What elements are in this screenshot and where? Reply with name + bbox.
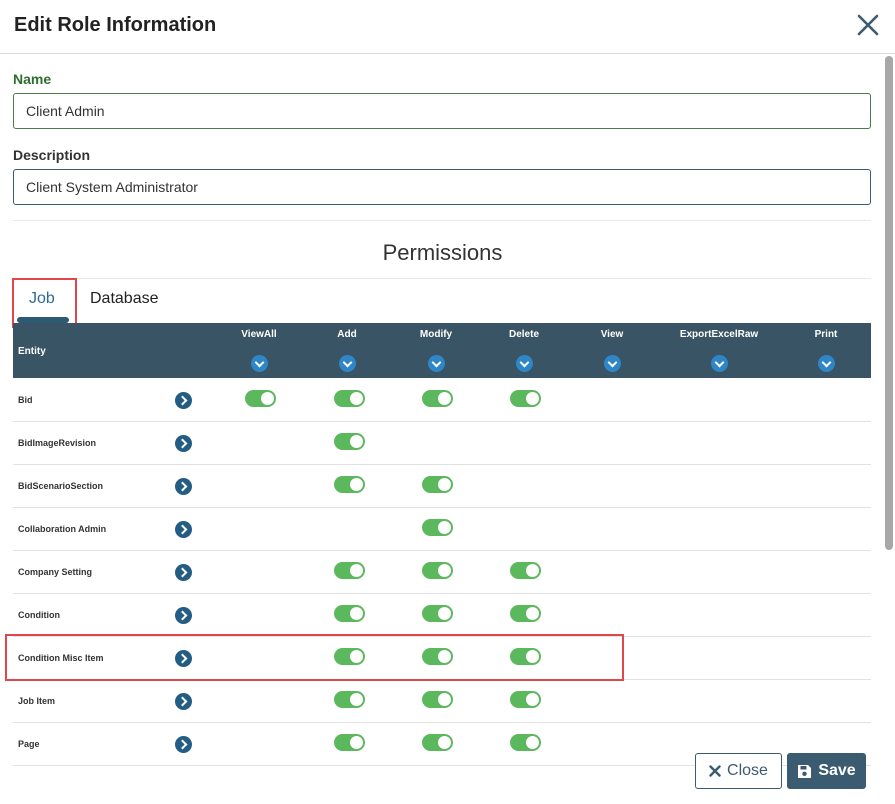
table-row: Collaboration Admin bbox=[13, 508, 871, 551]
chevron-right-icon[interactable] bbox=[175, 564, 192, 581]
table-row: Job Item bbox=[13, 680, 871, 723]
table-row: Company Setting bbox=[13, 551, 871, 594]
divider bbox=[13, 278, 871, 279]
entity-name: BidImageRevision bbox=[18, 438, 97, 448]
edit-role-modal: Edit Role Information Name Description P… bbox=[0, 0, 895, 804]
permission-toggle[interactable] bbox=[422, 691, 453, 708]
column-header: Delete bbox=[508, 329, 539, 340]
description-input[interactable] bbox=[13, 169, 871, 205]
chevron-down-icon[interactable] bbox=[428, 355, 445, 372]
permission-toggle[interactable] bbox=[422, 734, 453, 751]
name-input[interactable] bbox=[13, 93, 871, 129]
save-button[interactable]: Save bbox=[787, 753, 866, 789]
floppy-disk-icon bbox=[798, 764, 812, 778]
permissions-table-header: Entity ViewAll Add Modify Delete View ExportE… bbox=[13, 323, 871, 378]
permission-toggle[interactable] bbox=[422, 390, 453, 407]
chevron-right-icon[interactable] bbox=[175, 478, 192, 495]
permission-toggle[interactable] bbox=[422, 605, 453, 622]
permission-toggle[interactable] bbox=[334, 734, 365, 751]
permission-toggle[interactable] bbox=[334, 562, 365, 579]
permission-toggle[interactable] bbox=[510, 562, 541, 579]
job-tab-highlight bbox=[12, 278, 77, 328]
column-header: ExportExcelRaw bbox=[679, 329, 759, 340]
permission-toggle[interactable] bbox=[422, 519, 453, 536]
entity-column-header: Entity bbox=[18, 346, 46, 357]
permissions-title: Permissions bbox=[382, 240, 503, 265]
entity-name: BidScenarioSection bbox=[18, 481, 104, 491]
chevron-right-icon[interactable] bbox=[175, 607, 192, 624]
permission-toggle[interactable] bbox=[422, 476, 453, 493]
row-highlight bbox=[5, 634, 624, 681]
chevron-right-icon[interactable] bbox=[175, 392, 192, 409]
chevron-down-icon[interactable] bbox=[711, 355, 728, 372]
column-header: Modify bbox=[419, 329, 453, 340]
chevron-down-icon[interactable] bbox=[516, 355, 533, 372]
table-row: BidImageRevision bbox=[13, 422, 871, 465]
entity-name: Collaboration Admin bbox=[18, 524, 107, 534]
permission-toggle[interactable] bbox=[510, 691, 541, 708]
table-row: Bid bbox=[13, 379, 871, 422]
column-header: Add bbox=[337, 329, 357, 340]
chevron-right-icon[interactable] bbox=[175, 693, 192, 710]
tab-database[interactable]: Database bbox=[90, 290, 159, 308]
chevron-down-icon[interactable] bbox=[339, 355, 356, 372]
permission-toggle[interactable] bbox=[334, 433, 365, 450]
permission-toggle[interactable] bbox=[510, 605, 541, 622]
permission-toggle[interactable] bbox=[245, 390, 276, 407]
chevron-down-icon[interactable] bbox=[604, 355, 621, 372]
permission-toggle[interactable] bbox=[510, 734, 541, 751]
close-icon[interactable] bbox=[855, 12, 881, 38]
table-row: Condition bbox=[13, 594, 871, 637]
modal-title: Edit Role Information bbox=[14, 14, 217, 36]
permission-toggle[interactable] bbox=[334, 691, 365, 708]
chevron-right-icon[interactable] bbox=[175, 435, 192, 452]
close-button[interactable]: Close bbox=[695, 753, 782, 789]
column-header: View bbox=[600, 329, 624, 340]
entity-name: Condition bbox=[18, 610, 60, 620]
chevron-right-icon[interactable] bbox=[175, 736, 192, 753]
entity-name: Job Item bbox=[18, 696, 56, 706]
column-header: ViewAll bbox=[241, 329, 277, 340]
scrollbar[interactable] bbox=[885, 56, 893, 550]
permission-toggle[interactable] bbox=[422, 562, 453, 579]
chevron-down-icon[interactable] bbox=[251, 355, 268, 372]
entity-name: Bid bbox=[18, 395, 33, 405]
name-label: Name bbox=[13, 71, 52, 87]
description-label: Description bbox=[13, 147, 91, 163]
permission-toggle[interactable] bbox=[334, 605, 365, 622]
permission-toggle[interactable] bbox=[334, 476, 365, 493]
close-button-label: Close bbox=[727, 762, 768, 779]
entity-name: Company Setting bbox=[18, 567, 93, 577]
x-icon bbox=[709, 765, 721, 777]
entity-name: Page bbox=[18, 739, 40, 749]
save-button-label: Save bbox=[818, 762, 856, 779]
permission-toggle[interactable] bbox=[334, 390, 365, 407]
permission-toggle[interactable] bbox=[510, 390, 541, 407]
divider bbox=[13, 220, 871, 221]
modal-header: Edit Role Information bbox=[0, 0, 895, 54]
chevron-right-icon[interactable] bbox=[175, 521, 192, 538]
column-header: Print bbox=[814, 329, 838, 340]
chevron-down-icon[interactable] bbox=[818, 355, 835, 372]
table-row: BidScenarioSection bbox=[13, 465, 871, 508]
